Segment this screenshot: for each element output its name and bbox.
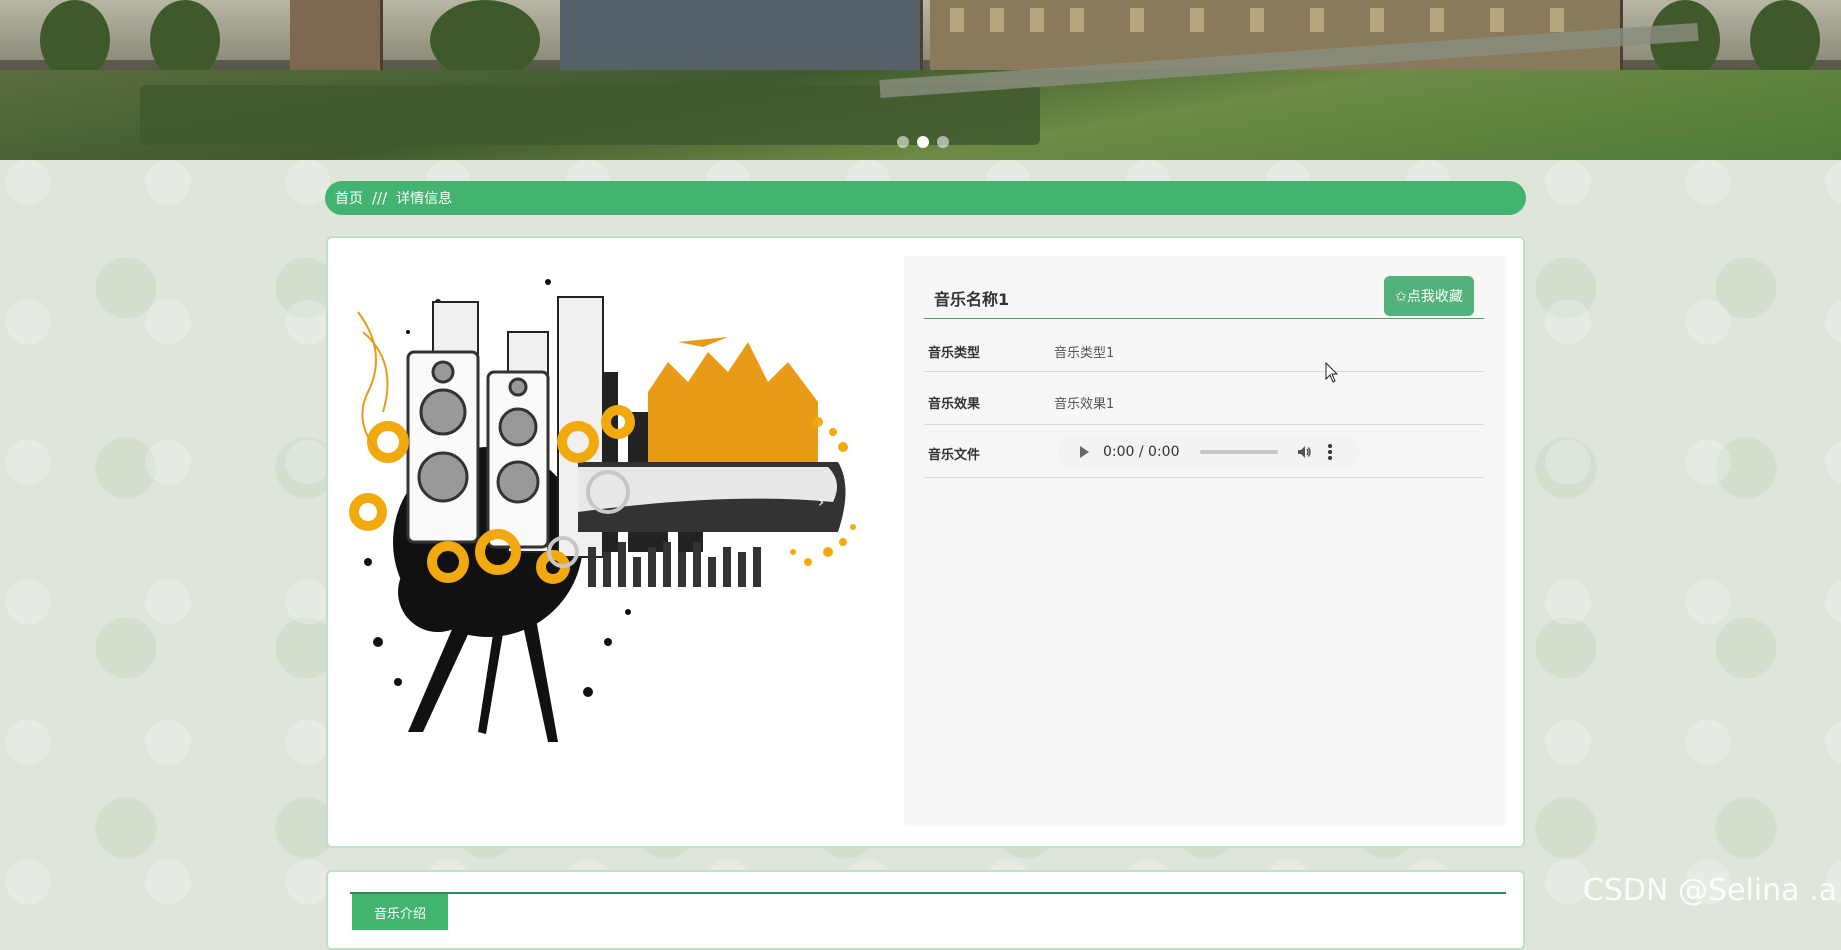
banner-building <box>290 0 383 75</box>
watermark: CSDN @Selina .a <box>1582 873 1837 908</box>
more-options-icon[interactable] <box>1327 444 1332 460</box>
hero-banner <box>0 0 1841 160</box>
play-icon[interactable] <box>1080 446 1089 458</box>
banner-building <box>560 0 923 75</box>
music-file-label: 音乐文件 <box>928 448 981 463</box>
carousel-dot[interactable] <box>937 136 949 148</box>
info-row-type: 音乐类型 音乐类型1 <box>924 318 1484 372</box>
detail-card: › 音乐名称1 ✩点我收藏 音乐类型 音乐类型1 音乐效果 音乐效果1 音乐文件… <box>326 236 1525 848</box>
audio-progress-track[interactable] <box>1199 450 1278 454</box>
banner-tree <box>430 0 540 80</box>
info-row-file: 音乐文件 0:00 / 0:00 <box>924 424 1484 478</box>
music-cover-image: › <box>349 279 856 742</box>
music-type-value: 音乐类型1 <box>1054 346 1115 361</box>
music-effect-value: 音乐效果1 <box>1054 397 1115 412</box>
intro-card: 音乐介绍 <box>326 870 1525 950</box>
mouse-cursor-icon <box>1325 362 1339 383</box>
music-detail-panel: 音乐名称1 ✩点我收藏 音乐类型 音乐类型1 音乐效果 音乐效果1 音乐文件 0… <box>904 256 1506 826</box>
breadcrumb: 首页 /// 详情信息 <box>325 181 1526 215</box>
breadcrumb-home-link[interactable]: 首页 <box>335 188 363 208</box>
music-type-label: 音乐类型 <box>928 346 981 361</box>
music-effect-label: 音乐效果 <box>928 397 981 412</box>
breadcrumb-current: 详情信息 <box>396 191 453 207</box>
audio-player: 0:00 / 0:00 <box>1058 434 1360 470</box>
title-row: 音乐名称1 ✩点我收藏 <box>924 266 1484 319</box>
info-row-effect: 音乐效果 音乐效果1 <box>924 371 1484 425</box>
tab-music-intro[interactable]: 音乐介绍 <box>352 894 448 930</box>
favorite-button[interactable]: ✩点我收藏 <box>1384 276 1474 316</box>
carousel-dot[interactable] <box>897 136 909 148</box>
breadcrumb-separator: /// <box>372 189 388 207</box>
carousel-dot-active[interactable] <box>917 136 929 148</box>
audio-time: 0:00 / 0:00 <box>1103 444 1180 460</box>
banner-tree <box>40 0 110 80</box>
carousel-dots <box>897 136 949 148</box>
volume-icon[interactable] <box>1296 444 1312 460</box>
tab-divider <box>350 892 1506 894</box>
banner-tree <box>150 0 220 80</box>
favorite-button-label: ✩点我收藏 <box>1395 289 1463 305</box>
music-title: 音乐名称1 <box>934 290 1010 309</box>
svg-text:›: › <box>818 492 824 511</box>
banner-tree <box>1750 0 1820 80</box>
